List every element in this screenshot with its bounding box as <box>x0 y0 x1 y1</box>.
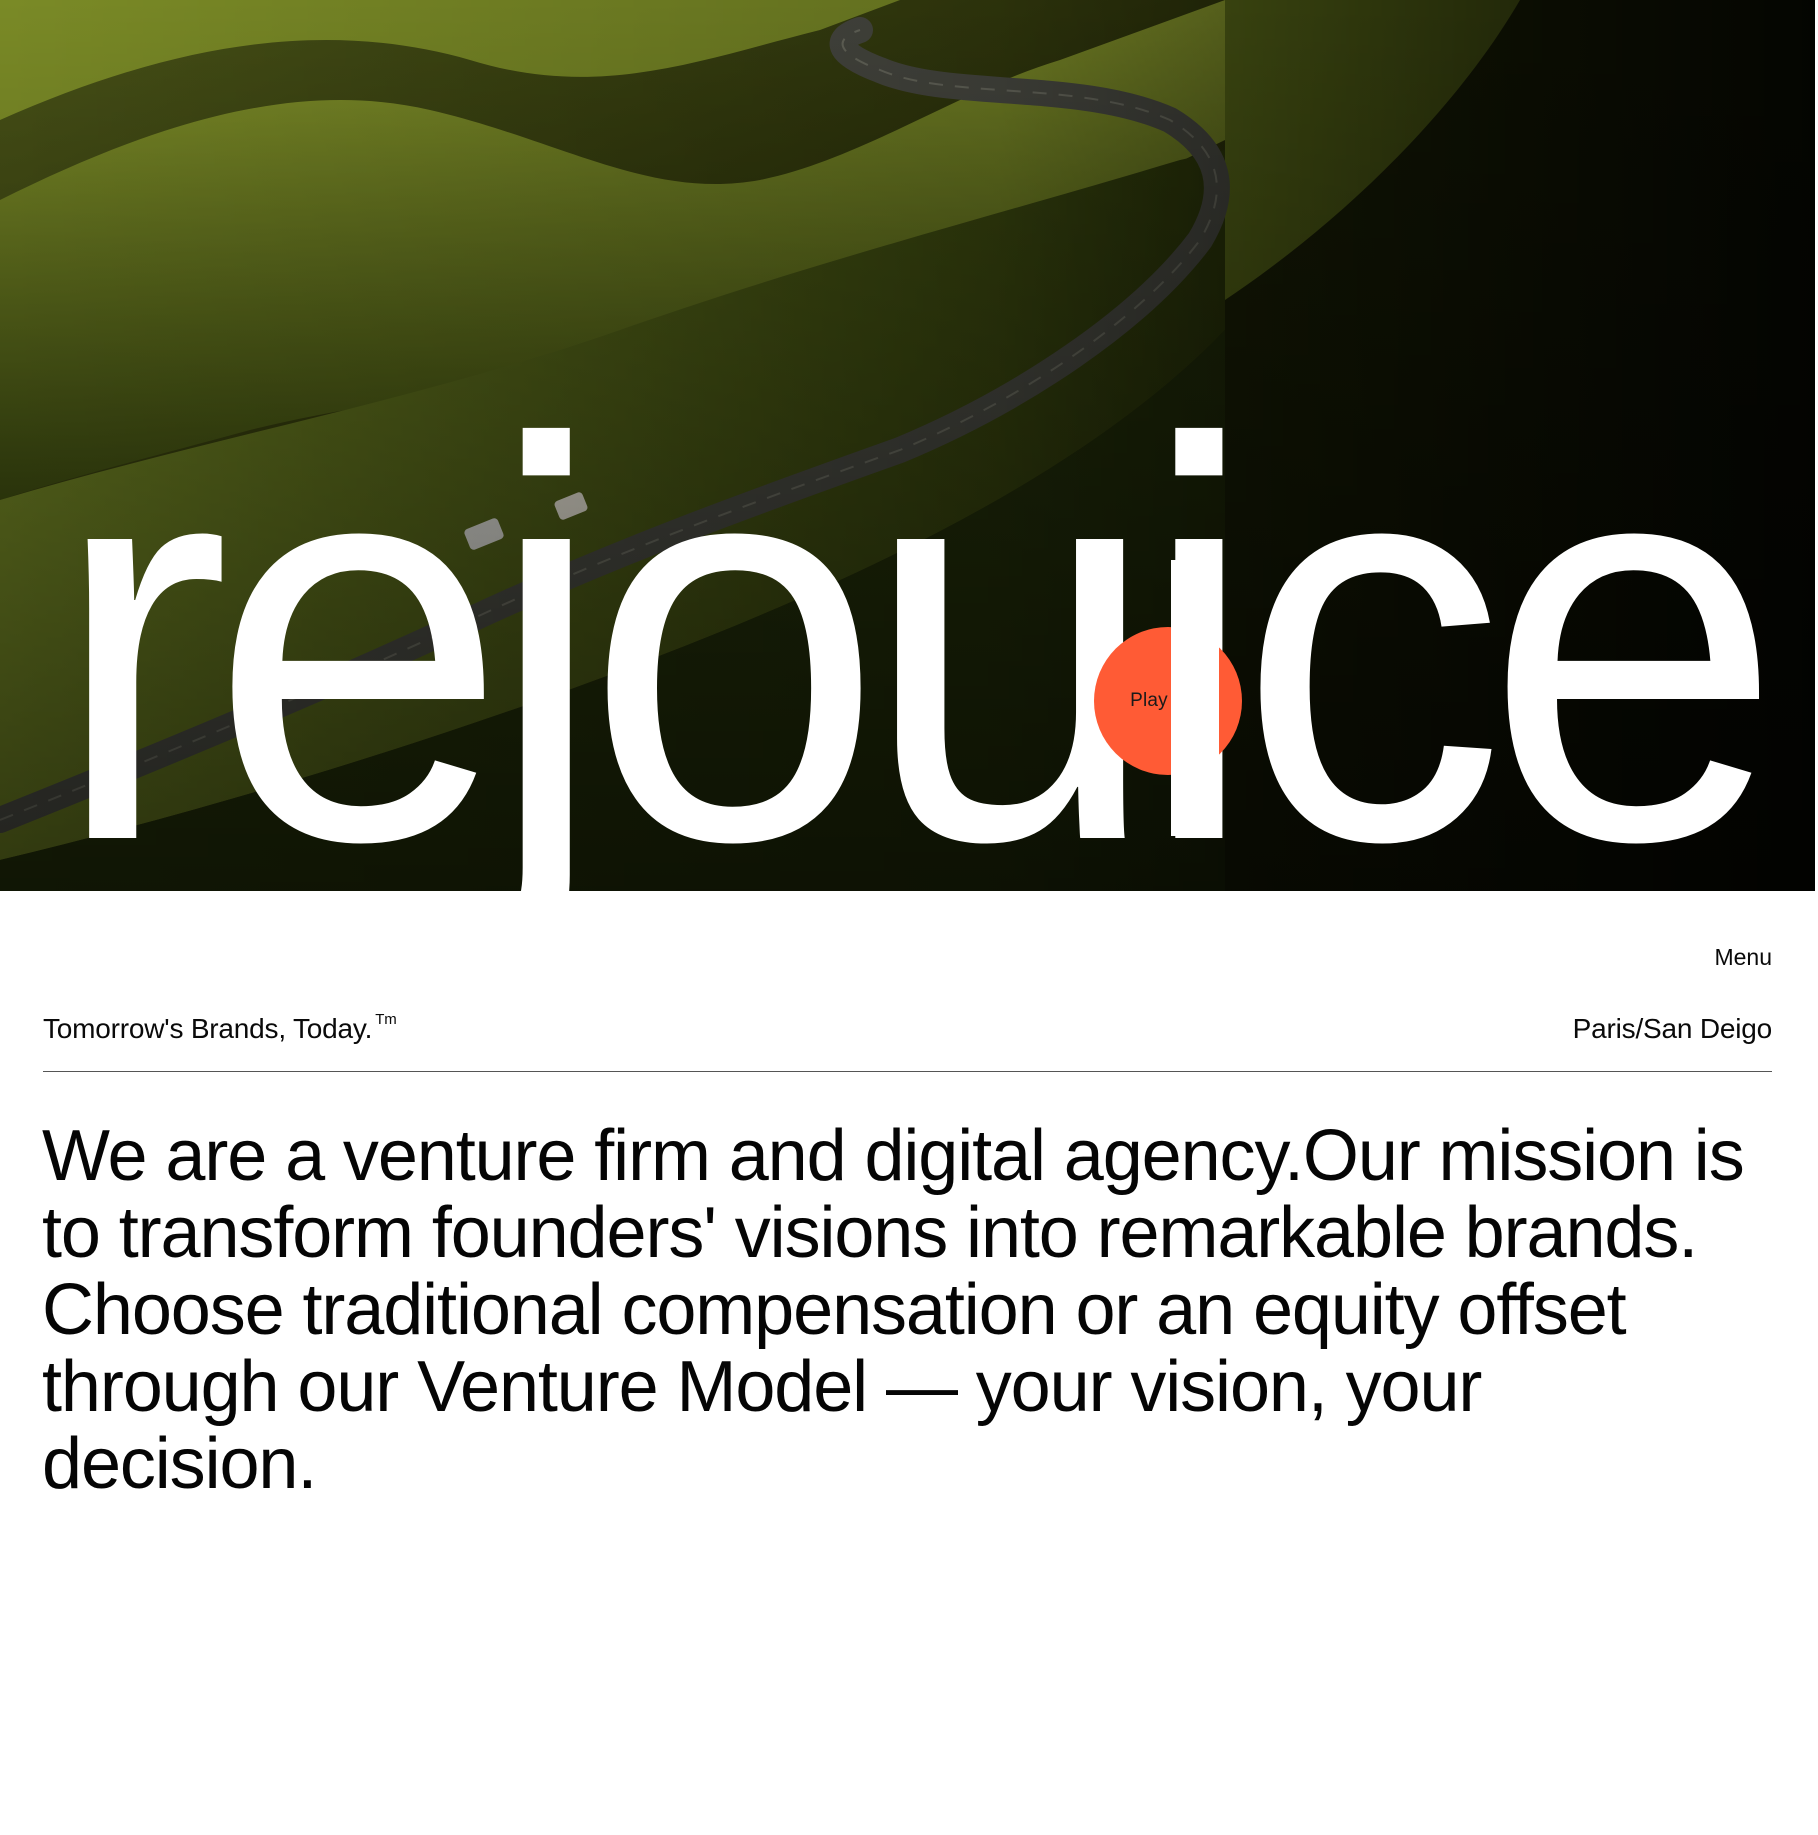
tagline: Tomorrow's Brands, Today. Tm <box>43 1010 397 1045</box>
menu-button[interactable]: Menu <box>1714 944 1772 971</box>
tagline-text: Tomorrow's Brands, Today. <box>43 1013 373 1044</box>
mission-statement: We are a venture firm and digital agency… <box>42 1116 1745 1504</box>
wordmark-text: rejouice <box>52 326 1762 891</box>
rejouice-wordmark: rejouice <box>52 326 1784 891</box>
play-reel-label: Play reel <box>1130 690 1206 711</box>
hero-video: rejouice Play reel <box>0 0 1815 891</box>
play-reel-button[interactable]: Play reel <box>1094 627 1242 775</box>
section-divider <box>43 1071 1772 1072</box>
trademark-mark: Tm <box>375 1010 397 1028</box>
location-label: Paris/San Deigo <box>1572 1013 1773 1044</box>
